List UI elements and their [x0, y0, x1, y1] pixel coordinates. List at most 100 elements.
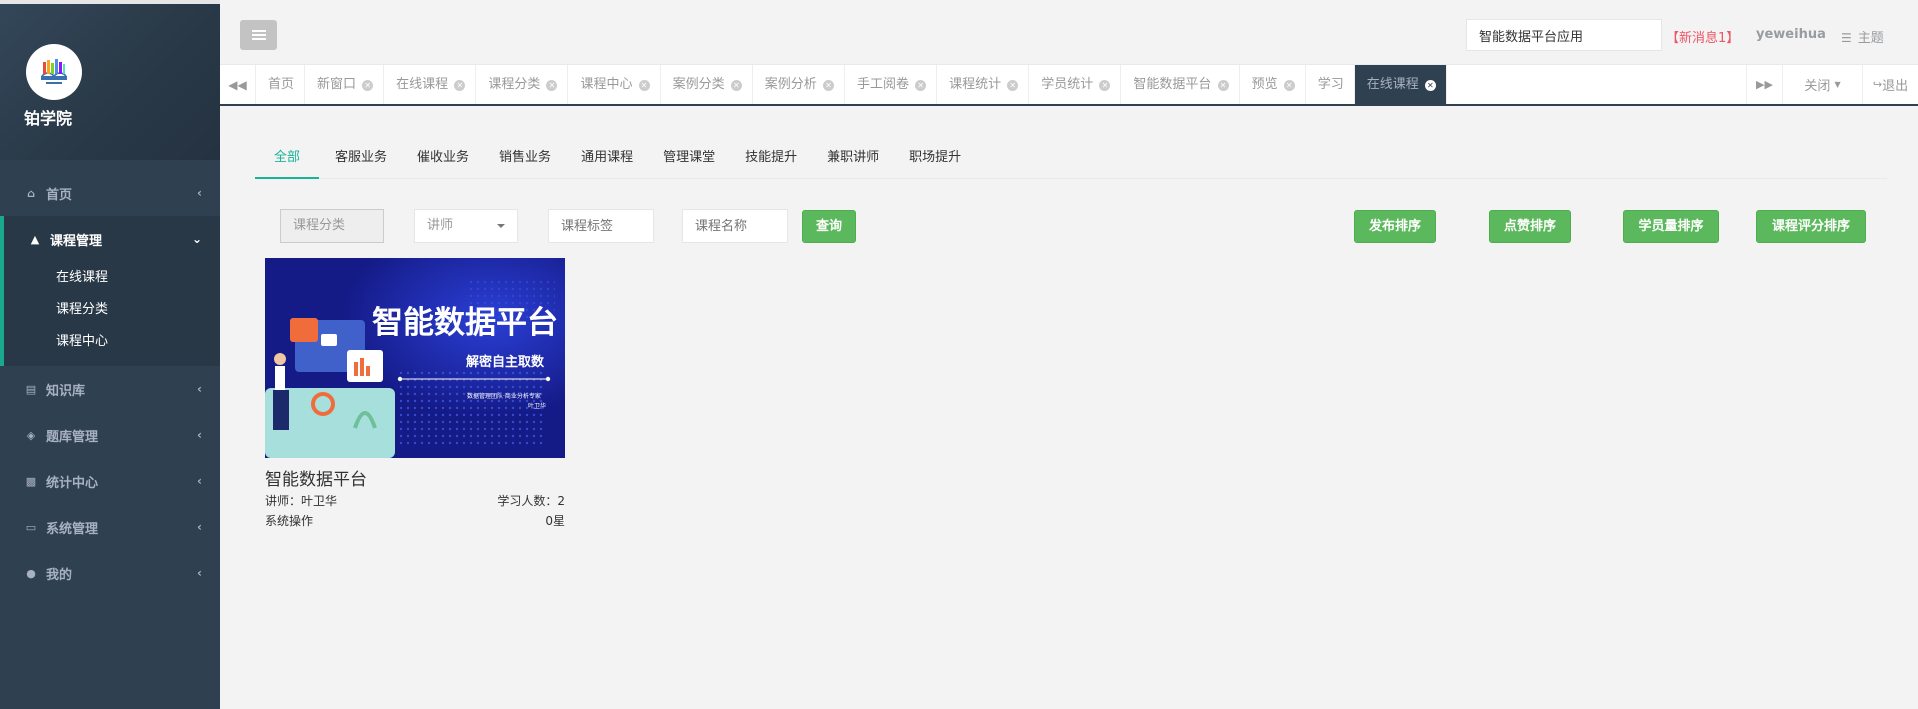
menu-toggle-button[interactable]: [240, 20, 277, 50]
sidebar-item-mine[interactable]: ● 我的 ‹: [0, 550, 220, 596]
page-tabs-bar: ◀◀ 首页 新窗口 ✕ 在线课程 ✕ 课程分类 ✕ 课程中心 ✕ 案例分类 ✕ …: [220, 65, 1918, 106]
close-tab-icon[interactable]: ✕: [1099, 80, 1111, 91]
teacher-select-value: 讲师: [427, 218, 454, 233]
chevron-left-icon: ‹: [197, 520, 202, 534]
close-tab-icon[interactable]: ✕: [730, 80, 742, 91]
category-tab[interactable]: 兼职讲师: [813, 141, 893, 179]
category-tab[interactable]: 客服业务: [321, 141, 401, 179]
tabs-right-controls: ▶▶ 关闭 ▼ ↪ 退出: [1746, 65, 1918, 104]
logout-button[interactable]: ↪ 退出: [1862, 65, 1918, 104]
course-category-field[interactable]: 课程分类: [280, 209, 384, 243]
tab-case-analysis[interactable]: 案例分析 ✕: [753, 65, 845, 104]
course-name-input[interactable]: [682, 209, 788, 243]
logo: [26, 44, 82, 100]
desktop-icon: ▭: [25, 520, 37, 534]
sidebar-item-statistics[interactable]: ▩ 统计中心 ‹: [0, 458, 220, 504]
tab-label: 手工阅卷: [856, 77, 909, 92]
close-tabs-label: 关闭: [1804, 79, 1831, 94]
sidebar-item-label: 统计中心: [46, 475, 99, 491]
graduation-cap-icon: ▲: [30, 232, 40, 246]
close-tab-icon[interactable]: ✕: [1007, 80, 1019, 91]
banner-subtitle: 解密自主取数: [465, 354, 545, 370]
category-tab[interactable]: 销售业务: [485, 141, 565, 179]
category-tab[interactable]: 管理课堂: [649, 141, 729, 179]
tab-online-course[interactable]: 在线课程 ✕: [384, 65, 477, 104]
close-tab-icon[interactable]: ✕: [1424, 80, 1436, 91]
chevron-left-icon: ‹: [197, 566, 202, 580]
tab-label: 智能数据平台: [1133, 77, 1212, 92]
category-tab[interactable]: 职场提升: [895, 141, 975, 179]
query-button[interactable]: 查询: [802, 210, 856, 243]
rating-sort-button[interactable]: 课程评分排序: [1756, 210, 1866, 243]
page-tabs: 首页 新窗口 ✕ 在线课程 ✕ 课程分类 ✕ 课程中心 ✕ 案例分类 ✕ 案例分…: [256, 65, 1447, 104]
book-logo-icon: [41, 59, 67, 84]
close-tab-icon[interactable]: ✕: [638, 80, 650, 91]
close-tab-icon[interactable]: ✕: [362, 80, 374, 91]
search-input[interactable]: [1466, 19, 1662, 51]
sidebar-item-home[interactable]: ⌂ 首页 ‹: [0, 170, 220, 216]
banner-author-line2: 叶卫华: [528, 402, 546, 410]
tab-label: 课程统计: [949, 77, 1002, 92]
category-tab[interactable]: 催收业务: [403, 141, 483, 179]
tab-student-stats[interactable]: 学员统计 ✕: [1029, 65, 1122, 104]
course-tag-input[interactable]: [548, 209, 654, 243]
tab-data-platform[interactable]: 智能数据平台 ✕: [1121, 65, 1240, 104]
tab-course-stats[interactable]: 课程统计 ✕: [937, 65, 1030, 104]
sidebar-item-label: 我的: [46, 567, 73, 583]
category-tab-all[interactable]: 全部: [255, 141, 320, 179]
sidebar-item-course-management[interactable]: ▲ 课程管理 ⌄: [4, 216, 220, 262]
publish-sort-button[interactable]: 发布排序: [1354, 210, 1436, 243]
hamburger-icon: [251, 34, 266, 36]
sidebar-item-system[interactable]: ▭ 系统管理 ‹: [0, 504, 220, 550]
course-rating: 0星: [545, 514, 565, 528]
close-tabs-dropdown[interactable]: 关闭 ▼: [1782, 65, 1862, 104]
tab-label: 课程中心: [580, 77, 633, 92]
theme-label: 主题: [1857, 31, 1884, 46]
theme-button[interactable]: ☰ 主题: [1841, 27, 1884, 46]
like-sort-button[interactable]: 点赞排序: [1489, 210, 1571, 243]
main-content: 全部 客服业务 催收业务 销售业务 通用课程 管理课堂 技能提升 兼职讲师 职场…: [220, 108, 1918, 709]
tab-course-category[interactable]: 课程分类 ✕: [476, 65, 569, 104]
sidebar-group-course-management: ▲ 课程管理 ⌄ 在线课程 课程分类 课程中心: [0, 216, 220, 366]
logout-label: 退出: [1882, 79, 1909, 94]
tab-home[interactable]: 首页: [256, 65, 306, 104]
close-tab-icon[interactable]: ✕: [546, 80, 558, 91]
forward-icon: ▶▶: [1756, 78, 1773, 91]
teacher-select[interactable]: 讲师: [414, 209, 518, 243]
course-cover-image[interactable]: 智能数据平台 解密自主取数 数据管理团队·商业分析专家 叶卫华: [265, 258, 565, 458]
category-tabs: 全部 客服业务 催收业务 销售业务 通用课程 管理课堂 技能提升 兼职讲师 职场…: [255, 141, 1887, 179]
category-tab[interactable]: 通用课程: [567, 141, 647, 179]
tab-course-center[interactable]: 课程中心 ✕: [568, 65, 661, 104]
tab-label: 案例分类: [672, 77, 725, 92]
tab-preview[interactable]: 预览 ✕: [1240, 65, 1306, 104]
tab-new-window[interactable]: 新窗口 ✕: [305, 65, 385, 104]
sidebar-item-label: 系统管理: [46, 521, 99, 537]
tab-study[interactable]: 学习: [1306, 65, 1355, 104]
close-tab-icon[interactable]: ✕: [454, 80, 466, 91]
new-message-link[interactable]: 【新消息1】: [1666, 27, 1739, 46]
tab-manual-grading[interactable]: 手工阅卷 ✕: [845, 65, 938, 104]
username[interactable]: yeweihua: [1756, 27, 1826, 42]
close-tab-icon[interactable]: ✕: [822, 80, 834, 91]
tabs-scroll-left-button[interactable]: ◀◀: [220, 65, 256, 104]
cube-icon: ◈: [26, 428, 36, 442]
category-tab[interactable]: 技能提升: [731, 141, 811, 179]
sidebar-item-knowledge-base[interactable]: ▤ 知识库 ‹: [0, 366, 220, 412]
close-tab-icon[interactable]: ✕: [915, 80, 927, 91]
course-card[interactable]: 智能数据平台 解密自主取数 数据管理团队·商业分析专家 叶卫华 智能数据平台 讲…: [265, 258, 565, 530]
tab-case-category[interactable]: 案例分类 ✕: [661, 65, 753, 104]
close-tab-icon[interactable]: ✕: [1217, 80, 1229, 91]
sidebar-subitem-course-center[interactable]: 课程中心: [4, 326, 220, 358]
sidebar-item-question-bank[interactable]: ◈ 题库管理 ‹: [0, 412, 220, 458]
home-icon: ⌂: [27, 186, 35, 200]
course-title[interactable]: 智能数据平台: [265, 465, 565, 490]
sidebar-subitem-online-course[interactable]: 在线课程: [4, 262, 220, 294]
tab-online-course-active[interactable]: 在线课程 ✕: [1354, 65, 1447, 104]
tab-label: 预览: [1251, 77, 1278, 92]
course-student-count: 学习人数：2: [497, 494, 565, 508]
caret-down-icon: ▼: [1834, 80, 1841, 89]
student-count-sort-button[interactable]: 学员量排序: [1623, 210, 1719, 243]
sidebar-subitem-course-category[interactable]: 课程分类: [4, 294, 220, 326]
tabs-scroll-right-button[interactable]: ▶▶: [1746, 65, 1782, 104]
close-tab-icon[interactable]: ✕: [1283, 80, 1295, 91]
